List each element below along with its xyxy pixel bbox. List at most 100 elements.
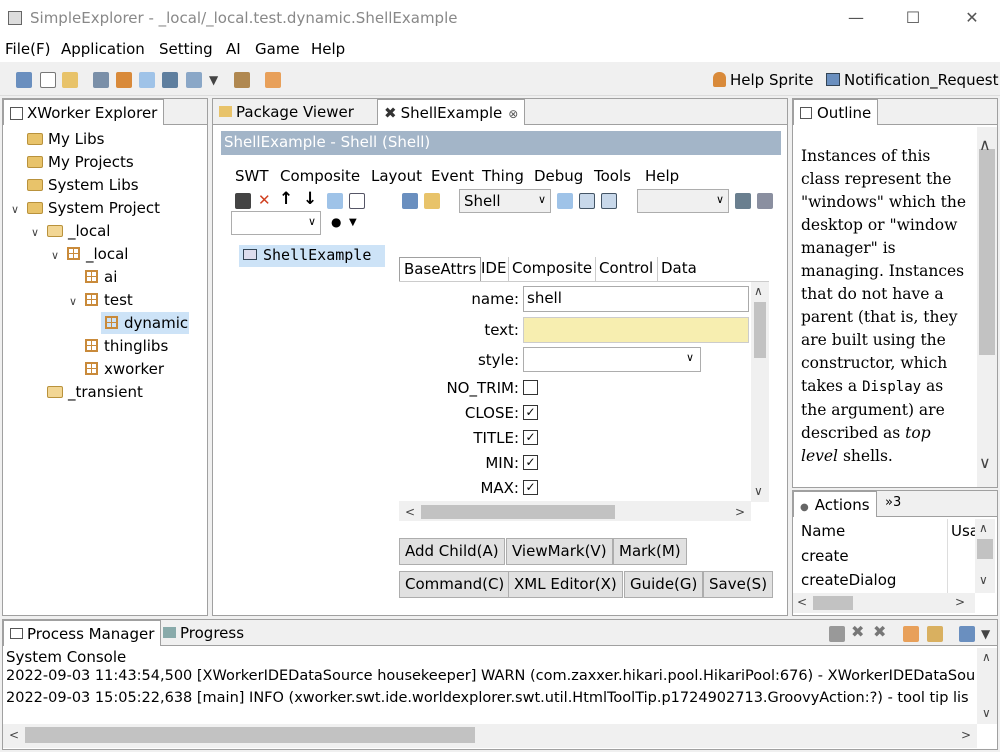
close-tab-icon[interactable]: ⊗ [508,107,518,121]
tree-item-test[interactable]: test [85,289,133,311]
tool-icon[interactable] [735,193,751,209]
editor-menu-help[interactable]: Help [645,167,679,185]
monitor-icon[interactable] [162,72,178,88]
scroll-left-icon[interactable]: < [405,505,415,519]
name-input[interactable]: shell [523,286,749,312]
tab-outline[interactable]: Outline [793,99,879,125]
scroll-left-icon[interactable]: < [797,595,807,609]
tab-data[interactable]: Data [657,257,700,281]
expand-chevron-icon[interactable]: ∨ [51,249,59,262]
arrow-down-icon[interactable]: ↓ [303,189,317,209]
scroll-up-icon[interactable]: ∧ [979,135,991,154]
no-trim-checkbox[interactable] [523,380,538,395]
display-icon[interactable] [959,626,975,642]
hscroll-thumb[interactable] [421,505,615,519]
layout-icon[interactable] [557,193,573,209]
arrow-up-icon[interactable]: ↑ [279,189,293,209]
tree-item-ai[interactable]: ai [85,266,117,288]
scroll-down-icon[interactable]: ∨ [982,706,991,720]
grid-alt-icon[interactable] [601,193,617,209]
menu-game[interactable]: Game [255,40,300,58]
vscroll-thumb[interactable] [754,302,766,358]
chevron-down-icon[interactable]: ▼ [981,627,990,641]
doc-icon[interactable] [349,193,365,209]
view-mark-button[interactable]: ViewMark(V) [506,538,613,565]
scroll-up-icon[interactable]: ∧ [982,650,991,664]
tool-alt-icon[interactable] [757,193,773,209]
grid-icon[interactable] [579,193,595,209]
stop-icon[interactable] [829,626,845,642]
editor-menu-swt[interactable]: SWT [235,167,269,185]
windows-icon[interactable] [186,72,202,88]
add-child-button[interactable]: Add Child(A) [399,538,505,565]
clipboard-icon[interactable] [903,626,919,642]
expand-chevron-icon[interactable]: ∨ [31,226,39,239]
run-icon[interactable]: ● [331,215,341,229]
save-icon[interactable] [235,193,251,209]
expand-chevron-icon[interactable]: ∨ [69,295,77,308]
menu-setting[interactable]: Setting [159,40,213,58]
scroll-down-icon[interactable]: ∨ [754,484,763,498]
tree-item-system-libs[interactable]: System Libs [27,174,139,196]
command-button[interactable]: Command(C) [399,571,511,598]
tab-ide[interactable]: IDE [478,257,509,281]
chat-icon[interactable] [139,72,155,88]
type-select[interactable]: Shell ∨ [459,189,551,213]
editor-menu-thing[interactable]: Thing [482,167,524,185]
help-sprite-button[interactable]: Help Sprite [713,71,813,89]
action-row-create-dialog[interactable]: createDialog [801,571,896,589]
outline-scroll-thumb[interactable] [979,149,995,355]
style-select[interactable]: ∨ [523,347,701,372]
chevron-down-icon[interactable]: ▼ [349,217,357,228]
tab-baseattrs[interactable]: BaseAttrs [399,257,482,281]
action-row-create[interactable]: create [801,547,849,565]
tree-item-local-package[interactable]: _local [67,243,128,265]
actions-scroll-thumb[interactable] [977,539,993,559]
guide-button[interactable]: Guide(G) [624,571,704,598]
max-checkbox[interactable]: ✓ [523,480,538,495]
tree-item-transient[interactable]: _transient [47,381,143,403]
editor-menu-layout[interactable]: Layout [371,167,422,185]
minimize-icon[interactable]: — [836,6,876,30]
text-input[interactable] [523,317,749,343]
menu-application[interactable]: Application [61,40,145,58]
close-checkbox[interactable]: ✓ [523,405,538,420]
scroll-down-icon[interactable]: ∨ [979,573,988,587]
user-icon[interactable] [116,72,132,88]
scroll-left-icon[interactable]: < [9,728,19,742]
new-file-icon[interactable] [40,72,56,88]
tab-overflow[interactable]: »3 [879,491,907,517]
maximize-icon[interactable]: ☐ [893,6,933,30]
tree-item-local-folder[interactable]: _local [47,220,110,242]
tab-shell-example[interactable]: ✖ ShellExample ⊗ [377,99,526,125]
chevron-down-icon[interactable]: ▼ [209,73,218,87]
tree-node-shell-example[interactable]: ShellExample [239,245,385,267]
bookmark-icon[interactable] [424,193,440,209]
editor-menu-debug[interactable]: Debug [534,167,583,185]
refresh-icon[interactable] [327,193,343,209]
close-icon[interactable]: ✕ [952,6,992,30]
expand-chevron-icon[interactable]: ∨ [11,203,19,216]
menu-file[interactable]: File(F) [5,40,50,58]
second-select[interactable]: ∨ [637,189,729,213]
scroll-right-icon[interactable]: > [961,728,971,742]
console-output[interactable]: 2022-09-03 11:43:54,500 [XWorkerIDEDataS… [3,668,977,724]
min-checkbox[interactable]: ✓ [523,455,538,470]
hand-icon[interactable] [234,72,250,88]
scroll-right-icon[interactable]: > [735,505,745,519]
tree-item-my-libs[interactable]: My Libs [27,128,104,150]
tab-progress[interactable]: Progress [157,620,250,646]
tree-item-thinglibs[interactable]: thinglibs [85,335,168,357]
filter-select[interactable]: ∨ [231,211,321,235]
editor-menu-event[interactable]: Event [431,167,474,185]
remove-all-icon[interactable]: ✖ [873,622,886,641]
tab-composite[interactable]: Composite [508,257,595,281]
scroll-right-icon[interactable]: > [955,595,965,609]
editor-menu-tools[interactable]: Tools [594,167,631,185]
tree-item-my-projects[interactable]: My Projects [27,151,134,173]
menu-ai[interactable]: AI [226,40,241,58]
console-hscroll-thumb[interactable] [25,727,475,743]
image-icon[interactable] [265,72,281,88]
tab-actions[interactable]: ● Actions [793,491,877,517]
tree-item-dynamic[interactable]: dynamic [101,312,189,334]
